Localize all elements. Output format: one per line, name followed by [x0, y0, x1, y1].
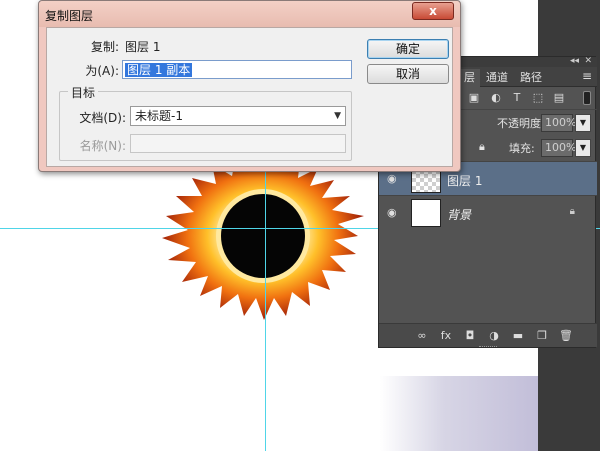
panel-menu-icon[interactable]: ≡: [582, 69, 592, 83]
as-label: 为(A):: [85, 64, 119, 78]
tab-channels[interactable]: 通道: [481, 69, 513, 87]
ok-button[interactable]: 确定: [367, 39, 449, 59]
document-select[interactable]: 未标题-1 ▼: [130, 106, 346, 126]
filter-type-icon[interactable]: T: [510, 91, 524, 105]
name-input[interactable]: [130, 134, 346, 153]
opacity-label: 不透明度:: [497, 117, 545, 130]
layer-name: 图层 1: [447, 174, 483, 188]
filter-adjustment-icon[interactable]: ◐: [489, 91, 503, 105]
link-layers-icon[interactable]: ∞: [415, 329, 429, 343]
filter-smart-object-icon[interactable]: ▤: [552, 91, 566, 105]
panel-resize-grip[interactable]: [479, 346, 497, 349]
add-mask-icon[interactable]: ◘: [463, 329, 477, 343]
document-select-value: 未标题-1: [135, 109, 183, 123]
duplicate-label: 复制:: [90, 40, 119, 54]
layer-style-fx-icon[interactable]: fx: [439, 329, 453, 343]
fill-dropdown-button[interactable]: ▼: [575, 139, 591, 157]
as-name-selected-text: 图层 1 副本: [125, 63, 193, 77]
new-layer-icon[interactable]: ❐: [535, 329, 549, 343]
eclipse-sun-artwork: [162, 152, 364, 320]
chevron-down-icon: ▼: [334, 111, 341, 121]
opacity-input[interactable]: 100%: [541, 114, 576, 132]
visibility-eye-icon[interactable]: ◉: [387, 207, 401, 219]
dialog-titlebar[interactable]: 复制图层 x: [39, 1, 460, 27]
name-label: 名称(N):: [79, 139, 126, 153]
dialog-body: 复制: 图层 1 为(A): 图层 1 副本 目标 文档(D): 未标题-1 ▼…: [46, 27, 453, 167]
delete-layer-icon[interactable]: 🗑︎: [559, 329, 573, 343]
new-group-icon[interactable]: ▬: [511, 329, 525, 343]
close-panel-icon[interactable]: ✕: [584, 56, 592, 66]
fill-input[interactable]: 100%: [541, 139, 576, 157]
as-name-input[interactable]: 图层 1 副本: [122, 60, 352, 79]
duplicate-source-value: 图层 1: [125, 40, 161, 54]
layer-row-background[interactable]: ◉ 背景 🔒︎: [379, 195, 597, 229]
filter-shape-icon[interactable]: ⬚: [531, 91, 545, 105]
collapse-panel-icon[interactable]: ◂◂: [570, 56, 579, 66]
cancel-button[interactable]: 取消: [367, 64, 449, 84]
layer-thumbnail: [411, 199, 441, 227]
destination-group-title: 目标: [68, 84, 99, 101]
filter-pixel-icon[interactable]: ▣: [467, 91, 481, 105]
duplicate-layer-dialog: 复制图层 x 复制: 图层 1 为(A): 图层 1 副本 目标 文档(D): …: [38, 0, 461, 172]
destination-group: 目标 文档(D): 未标题-1 ▼ 名称(N):: [59, 84, 352, 161]
tab-paths[interactable]: 路径: [515, 69, 547, 87]
tab-layers[interactable]: 层: [459, 69, 480, 87]
canvas-gradient-area: [380, 376, 538, 451]
lock-icon: 🔒︎: [569, 206, 575, 217]
close-button[interactable]: x: [412, 2, 454, 20]
visibility-eye-icon[interactable]: ◉: [387, 173, 401, 185]
lock-all-icon[interactable]: 🔒︎: [479, 140, 485, 154]
dialog-title: 复制图层: [45, 9, 94, 23]
fill-label: 填充:: [509, 142, 535, 155]
adjustment-layer-icon[interactable]: ◑: [487, 329, 501, 343]
filter-toggle-switch[interactable]: [583, 91, 591, 105]
layer-name: 背景: [447, 208, 472, 222]
layers-bottom-toolbar: ∞ fx ◘ ◑ ▬ ❐ 🗑︎: [379, 323, 597, 347]
opacity-dropdown-button[interactable]: ▼: [575, 114, 591, 132]
document-label: 文档(D):: [79, 111, 126, 125]
